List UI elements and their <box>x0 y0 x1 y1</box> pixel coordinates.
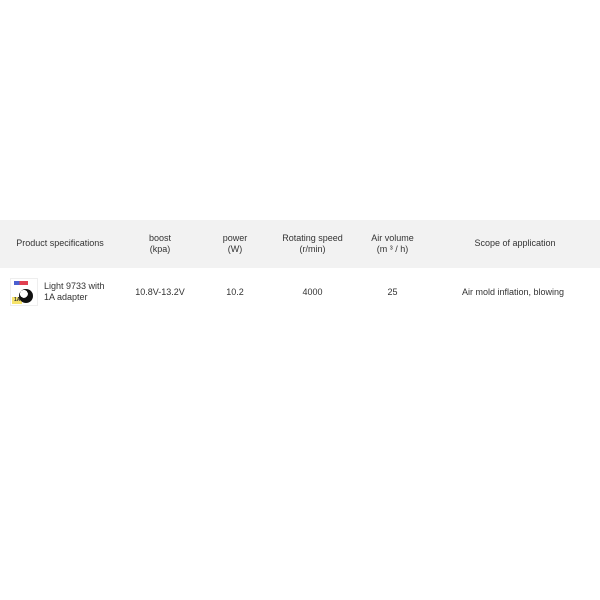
product-name-line2: 1A adapter <box>44 292 88 302</box>
hd-power: power (W) <box>200 220 270 268</box>
product-name-line1: Light 9733 with <box>44 281 105 291</box>
cell-power: 10.2 <box>200 268 270 316</box>
hd-air-label: Air volume <box>371 233 414 243</box>
product-thumb-badge: 1A <box>12 297 22 304</box>
table-row: 1A Light 9733 with 1A adapter 10.8V-13.2… <box>0 268 600 316</box>
product-name: Light 9733 with 1A adapter <box>44 281 105 304</box>
hd-spec-label: Product specifications <box>16 238 104 249</box>
spec-table: Product specifications boost (kpa) power… <box>0 220 600 316</box>
cell-air: 25 <box>355 268 430 316</box>
hd-spec: Product specifications <box>0 220 120 268</box>
hd-scope: Scope of application <box>430 220 600 268</box>
product-thumb-icon: 1A <box>10 278 38 306</box>
hd-rot-unit: (r/min) <box>299 244 325 254</box>
hd-boost: boost (kpa) <box>120 220 200 268</box>
table-header-row: Product specifications boost (kpa) power… <box>0 220 600 268</box>
hd-boost-unit: (kpa) <box>150 244 171 254</box>
cell-rot: 4000 <box>270 268 355 316</box>
cell-boost: 10.8V-13.2V <box>120 268 200 316</box>
page: Product specifications boost (kpa) power… <box>0 0 600 600</box>
hd-air-unit: (m ³ / h) <box>377 244 409 254</box>
hd-power-label: power <box>223 233 248 243</box>
hd-power-unit: (W) <box>228 244 243 254</box>
hd-rot: Rotating speed (r/min) <box>270 220 355 268</box>
cell-scope: Air mold inflation, blowing <box>430 268 600 316</box>
hd-boost-label: boost <box>149 233 171 243</box>
hd-rot-label: Rotating speed <box>282 233 343 243</box>
hd-air: Air volume (m ³ / h) <box>355 220 430 268</box>
spacer <box>0 0 600 220</box>
hd-scope-label: Scope of application <box>474 238 555 249</box>
product-cell: 1A Light 9733 with 1A adapter <box>4 278 116 306</box>
